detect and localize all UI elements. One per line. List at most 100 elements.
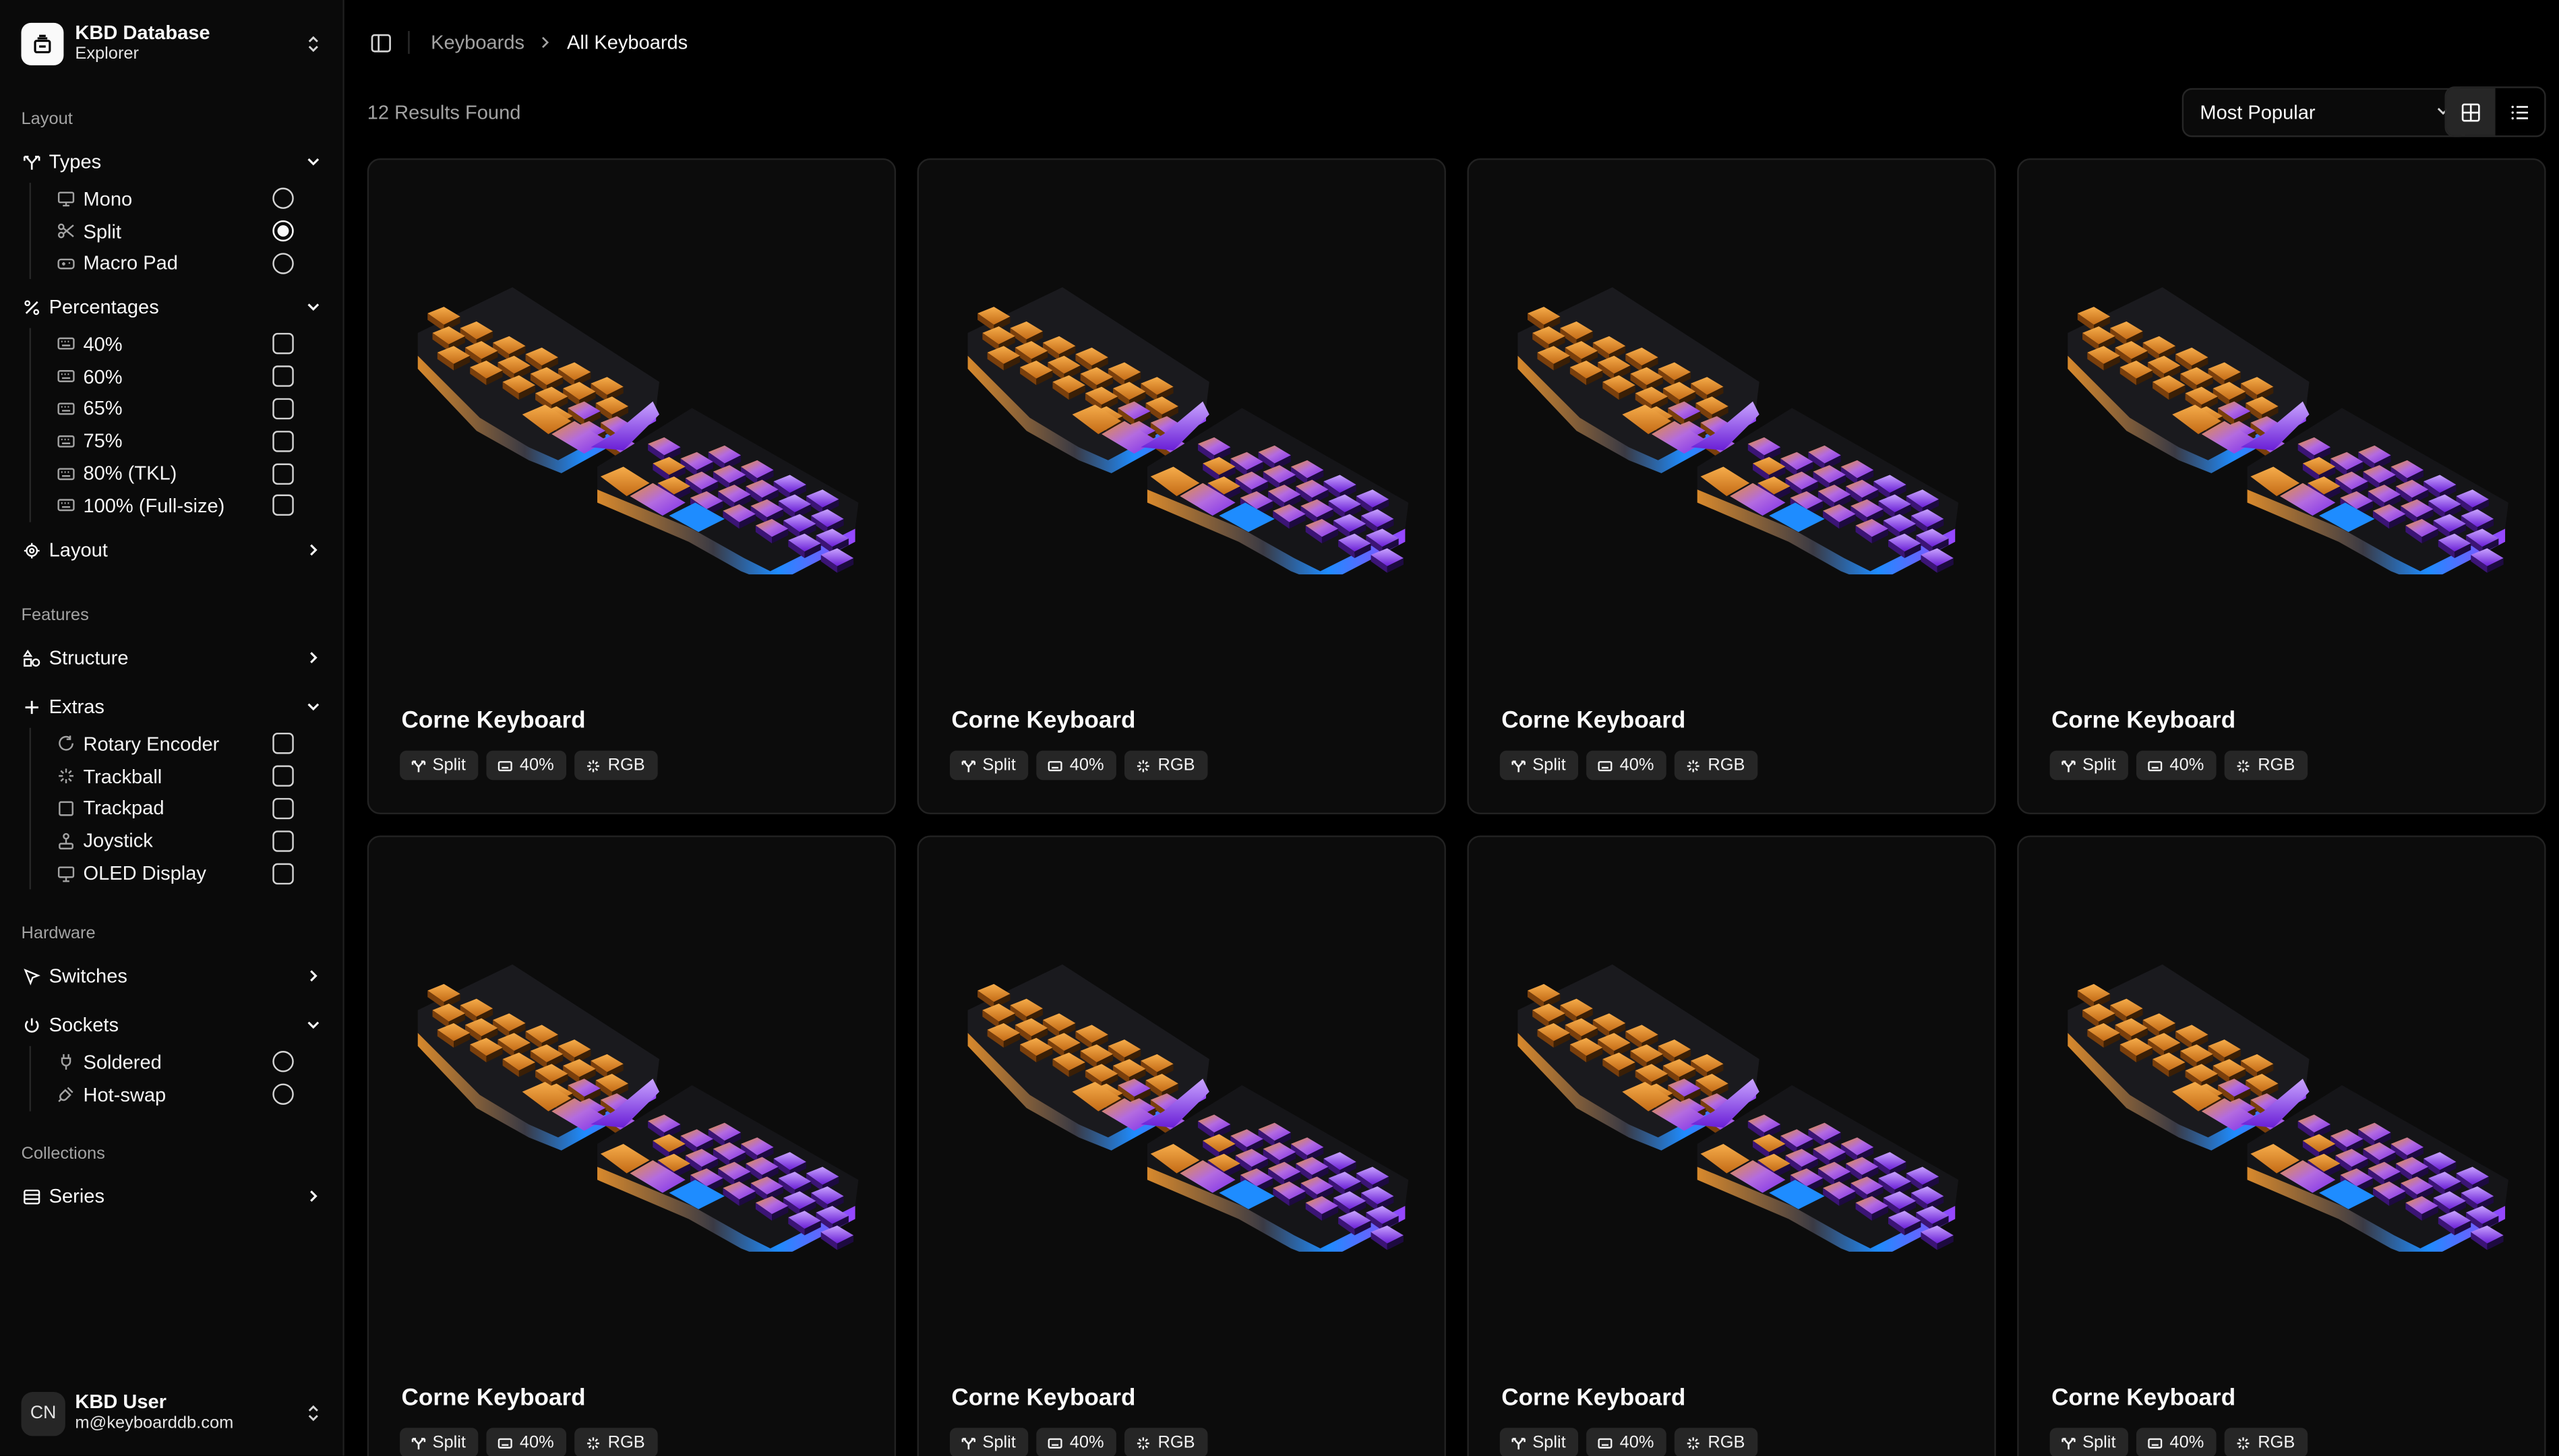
keyboard-card[interactable]: Corne Keyboard Split 40% RGB	[917, 158, 1446, 815]
keyboard-icon	[1598, 758, 1613, 773]
checkbox[interactable]	[272, 495, 294, 516]
percentage-option-label: 80% (TKL)	[83, 462, 177, 485]
percentages-list: 40% 60% 65% 75% 80% (TKL) 100% (Full-size)	[29, 328, 294, 522]
split-icon	[2061, 1435, 2076, 1450]
socket-option-hot-swap[interactable]: Hot-swap	[31, 1079, 294, 1111]
split-icon	[961, 758, 976, 773]
chevron-down-icon	[303, 697, 323, 717]
type-option-macro-pad[interactable]: Macro Pad	[31, 247, 294, 280]
tag-label: 40%	[519, 1432, 554, 1453]
nav-switches[interactable]: Switches	[21, 959, 323, 992]
type-option-mono[interactable]: Mono	[31, 183, 294, 215]
chevron-down-icon	[303, 152, 323, 171]
keyboard-card[interactable]: Corne Keyboard Split 40% RGB	[367, 158, 897, 815]
tag-badge: 40%	[487, 1428, 568, 1456]
socket-option-soldered[interactable]: Soldered	[31, 1046, 294, 1079]
chevron-right-icon	[303, 540, 323, 559]
percentage-option[interactable]: 80% (TKL)	[31, 457, 294, 489]
checkbox[interactable]	[272, 765, 294, 787]
radio-button[interactable]	[272, 253, 294, 274]
tag-label: Split	[982, 1432, 1016, 1453]
keyboard-image	[417, 964, 859, 1252]
monitor-icon	[57, 190, 76, 208]
types-list: Mono Split Macro Pad	[29, 183, 294, 280]
tag-badge: 40%	[2137, 750, 2217, 781]
list-icon	[21, 1186, 40, 1206]
radio-button[interactable]	[272, 1083, 294, 1105]
breadcrumb-keyboards[interactable]: Keyboards	[431, 31, 524, 54]
checkbox[interactable]	[272, 733, 294, 755]
checkbox[interactable]	[272, 462, 294, 484]
keyboard-icon	[2148, 1435, 2163, 1450]
shapes-icon	[21, 648, 40, 667]
split-icon	[2061, 758, 2076, 773]
keyboard-image	[2068, 964, 2508, 1252]
percentage-option[interactable]: 65%	[31, 392, 294, 425]
keyboard-card[interactable]: Corne Keyboard Split 40% RGB	[2017, 835, 2546, 1456]
chevron-right-icon	[303, 1186, 323, 1206]
percentage-option[interactable]: 100% (Full-size)	[31, 489, 294, 522]
radio-button[interactable]	[272, 1052, 294, 1073]
keyboard-icon	[498, 1435, 513, 1450]
nav-extras[interactable]: Extras	[21, 690, 323, 723]
split-icon	[1511, 1435, 1526, 1450]
percentage-option-label: 60%	[83, 365, 123, 388]
extra-option-oled-display[interactable]: OLED Display	[31, 857, 294, 889]
radio-button[interactable]	[272, 188, 294, 210]
type-option-split[interactable]: Split	[31, 215, 294, 247]
keyboard-card[interactable]: Corne Keyboard Split 40% RGB	[917, 835, 1446, 1456]
keyboard-card[interactable]: Corne Keyboard Split 40% RGB	[367, 835, 897, 1456]
nav-structure[interactable]: Structure	[21, 641, 323, 673]
view-toggle	[2444, 86, 2546, 138]
nav-series[interactable]: Series	[21, 1180, 323, 1212]
tag-badge: RGB	[575, 1428, 659, 1456]
list-view-button[interactable]	[2496, 88, 2545, 135]
tag-label: RGB	[607, 1432, 645, 1453]
checkbox[interactable]	[272, 333, 294, 355]
nav-series-label: Series	[49, 1184, 104, 1208]
checkbox[interactable]	[272, 365, 294, 388]
checkbox[interactable]	[272, 862, 294, 884]
nav-types[interactable]: Types	[21, 145, 323, 177]
plus-icon	[21, 697, 40, 717]
nav-extras-label: Extras	[49, 695, 104, 719]
checkbox[interactable]	[272, 430, 294, 452]
checkbox[interactable]	[272, 830, 294, 852]
chevron-right-icon	[303, 966, 323, 985]
checkbox[interactable]	[272, 797, 294, 820]
plug-zap-icon	[57, 1085, 76, 1103]
tag-label: RGB	[2258, 1432, 2295, 1453]
checkbox[interactable]	[272, 398, 294, 420]
extras-list: Rotary Encoder Trackball Trackpad Joysti…	[29, 727, 294, 890]
sort-value: Most Popular	[2200, 101, 2316, 124]
keyboard-card[interactable]: Corne Keyboard Split 40% RGB	[1467, 835, 1996, 1456]
app-subtitle: Explorer	[75, 43, 140, 63]
nav-sockets-label: Sockets	[49, 1013, 119, 1037]
sockets-list: Soldered Hot-swap	[29, 1045, 294, 1111]
radio-button-selected[interactable]	[272, 220, 294, 242]
chevron-down-icon	[303, 297, 323, 317]
sidebar-toggle-icon[interactable]	[369, 31, 392, 54]
user-menu[interactable]: CN KBD User m@keyboarddb.com	[21, 1391, 323, 1436]
percentage-option[interactable]: 60%	[31, 361, 294, 393]
card-tags: Split 40% RGB	[2049, 1428, 2308, 1456]
keyboard-card[interactable]: Corne Keyboard Split 40% RGB	[1467, 158, 1996, 815]
card-title: Corne Keyboard	[2051, 708, 2236, 735]
tag-badge: 40%	[487, 750, 568, 781]
nav-sockets[interactable]: Sockets	[21, 1008, 323, 1041]
extra-option-trackpad[interactable]: Trackpad	[31, 793, 294, 825]
extra-option-joystick[interactable]: Joystick	[31, 825, 294, 857]
nav-layout[interactable]: Layout	[21, 534, 323, 566]
tag-badge: RGB	[1125, 750, 1208, 781]
keyboard-card[interactable]: Corne Keyboard Split 40% RGB	[2017, 158, 2546, 815]
nav-layout-label: Layout	[49, 538, 108, 562]
app-switcher[interactable]: KBD Database Explorer	[21, 21, 323, 65]
percentage-option[interactable]: 75%	[31, 425, 294, 457]
percentage-option[interactable]: 40%	[31, 328, 294, 361]
nav-percentages[interactable]: Percentages	[21, 291, 323, 323]
extra-option-label: Joystick	[83, 829, 153, 853]
grid-view-button[interactable]	[2446, 88, 2496, 135]
extra-option-trackball[interactable]: Trackball	[31, 760, 294, 793]
sort-select[interactable]: Most Popular	[2181, 88, 2469, 138]
extra-option-rotary-encoder[interactable]: Rotary Encoder	[31, 728, 294, 760]
